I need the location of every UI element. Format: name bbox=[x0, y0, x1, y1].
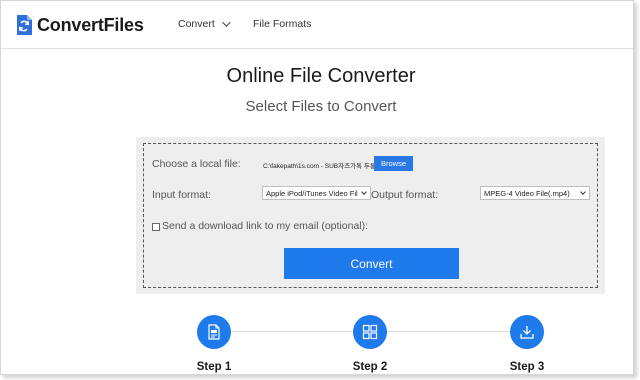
browser-page: ConvertFiles Convert File Formats Online… bbox=[0, 0, 634, 375]
download-icon bbox=[520, 326, 534, 339]
grid-icon bbox=[362, 324, 378, 340]
top-header: ConvertFiles Convert File Formats bbox=[1, 1, 633, 49]
chevron-down-icon bbox=[580, 189, 586, 195]
input-format-value: Apple iPod/iTunes Video Fil bbox=[266, 188, 358, 198]
nav-convert[interactable]: Convert bbox=[178, 18, 231, 30]
step-3-label: Step 3 bbox=[509, 361, 545, 373]
logo-text: ConvertFiles bbox=[37, 14, 144, 35]
email-checkbox[interactable] bbox=[152, 223, 160, 231]
step-connector-1 bbox=[231, 331, 355, 332]
chevron-down-icon bbox=[221, 18, 231, 27]
chevron-down-icon bbox=[361, 189, 367, 195]
browse-button[interactable]: Browse bbox=[374, 156, 413, 171]
output-format-label: Output format: bbox=[371, 189, 439, 201]
output-format-value: MPEG-4 Video File(.mp4) bbox=[484, 188, 570, 198]
step-3-circle bbox=[510, 315, 544, 349]
nav-convert-label: Convert bbox=[178, 18, 215, 30]
convertfiles-logo-icon bbox=[17, 15, 32, 35]
step-connector-2 bbox=[387, 331, 511, 332]
step-1-circle bbox=[197, 315, 231, 349]
output-format-select[interactable]: MPEG-4 Video File(.mp4) bbox=[480, 186, 590, 200]
local-file-label: Choose a local file: bbox=[152, 158, 241, 170]
document-upload-icon bbox=[208, 324, 220, 340]
step-1-label: Step 1 bbox=[196, 361, 232, 373]
page-subtitle: Select Files to Convert bbox=[245, 98, 397, 115]
step-2-circle bbox=[353, 315, 387, 349]
nav-file-formats[interactable]: File Formats bbox=[253, 18, 311, 30]
nav-file-formats-label: File Formats bbox=[253, 18, 312, 30]
input-format-select[interactable]: Apple iPod/iTunes Video Fil bbox=[262, 186, 371, 200]
file-path-display: C:\fakepath\1s.com - SUB자즈가톡 두통 bbox=[263, 163, 376, 170]
convert-button[interactable]: Convert bbox=[284, 248, 459, 279]
email-checkbox-label: Send a download link to my email (option… bbox=[162, 220, 369, 232]
input-format-label: Input format: bbox=[152, 189, 211, 201]
step-2-label: Step 2 bbox=[352, 361, 388, 373]
site-logo[interactable]: ConvertFiles bbox=[15, 14, 144, 36]
page-title: Online File Converter bbox=[226, 65, 416, 87]
